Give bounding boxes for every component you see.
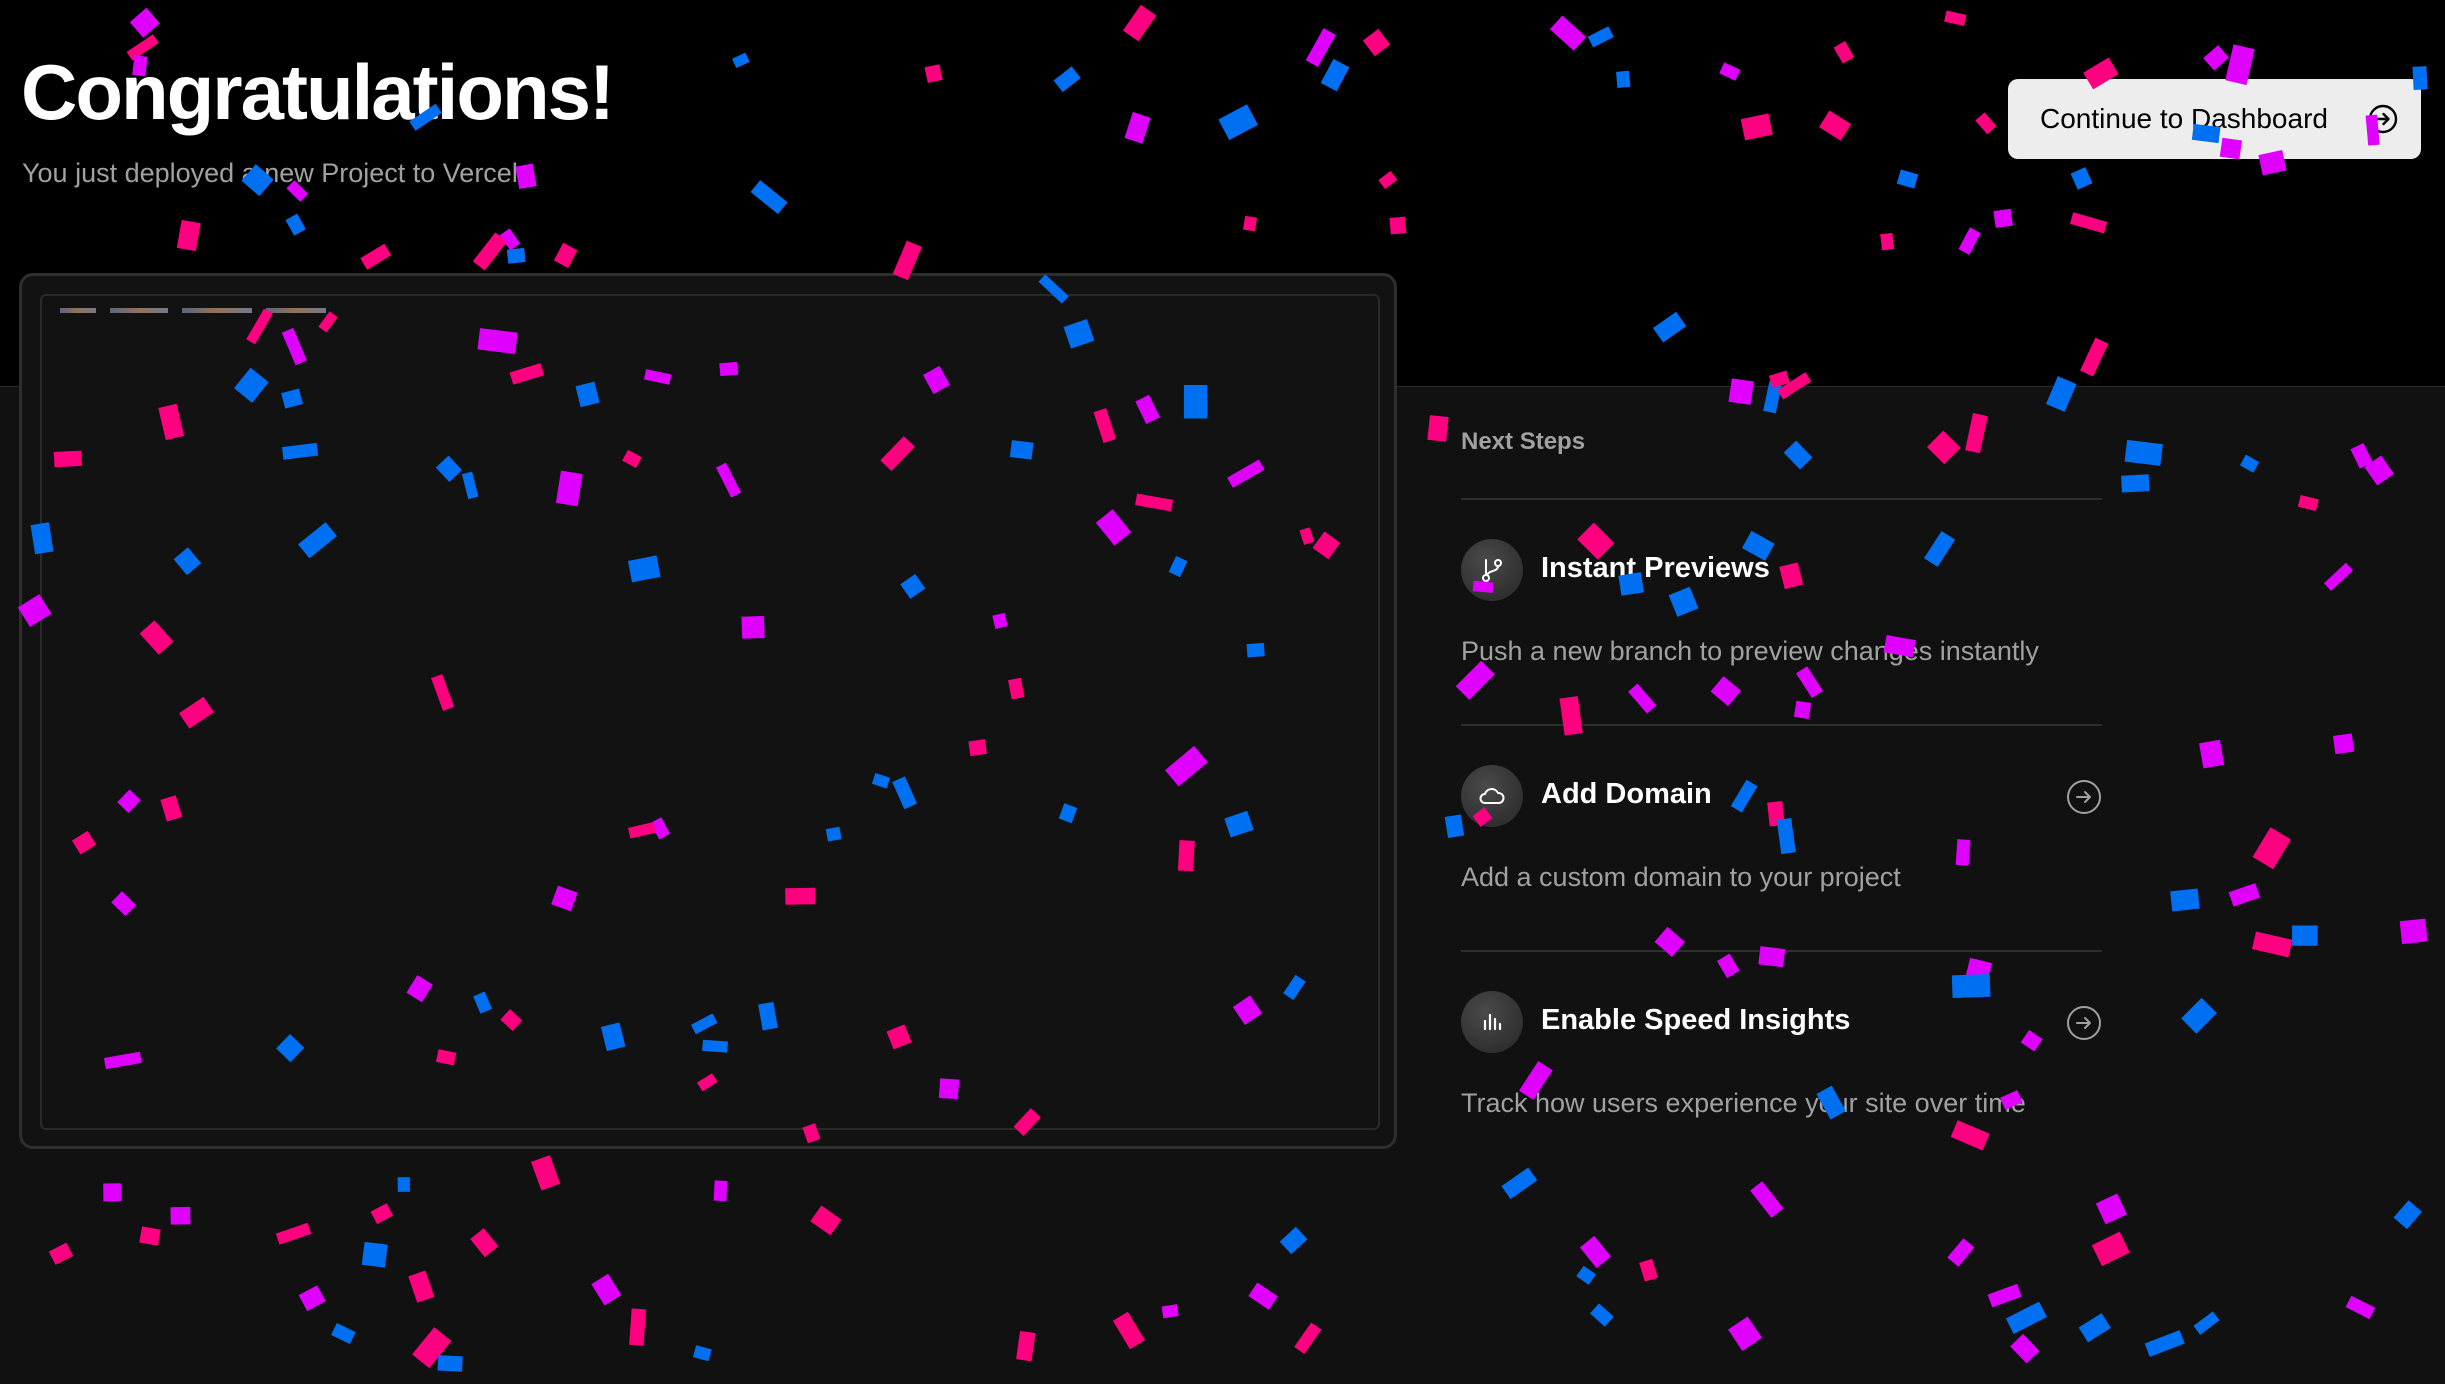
- step-description: Add a custom domain to your project: [1461, 862, 1901, 892]
- deployment-preview-frame[interactable]: [19, 273, 1397, 1149]
- arrow-right-circle-icon: [2368, 104, 2398, 134]
- step-title: Add Domain: [1541, 778, 1712, 810]
- step-description: Track how users experience your site ove…: [1461, 1088, 2026, 1118]
- arrow-right-circle-icon[interactable]: [2066, 1005, 2102, 1041]
- deployment-preview-screenshot[interactable]: [40, 294, 1380, 1130]
- bar-chart-icon: [1461, 991, 1523, 1053]
- deployment-success-page: Congratulations! You just deployed a new…: [0, 0, 2445, 1384]
- step-title: Enable Speed Insights: [1541, 1004, 1851, 1036]
- step-title: Instant Previews: [1541, 552, 1770, 584]
- continue-to-dashboard-button[interactable]: Continue to Dashboard: [2008, 79, 2421, 159]
- step-description: Push a new branch to preview changes ins…: [1461, 636, 2039, 666]
- git-branch-icon: [1461, 539, 1523, 601]
- step-instant-previews[interactable]: Instant Previews Push a new branch to pr…: [1461, 500, 2102, 726]
- continue-button-label: Continue to Dashboard: [2040, 103, 2328, 134]
- arrow-right-circle-icon[interactable]: [2066, 779, 2102, 815]
- preview-nav-strip: [60, 308, 326, 314]
- page-subtitle: You just deployed a new Project to Verce…: [22, 158, 526, 188]
- next-steps-panel: Next Steps Instant Previews Push a new b…: [1461, 420, 2102, 1176]
- step-enable-speed-insights[interactable]: Enable Speed Insights Track how users ex…: [1461, 952, 2102, 1176]
- step-add-domain[interactable]: Add Domain Add a custom domain to your p…: [1461, 726, 2102, 952]
- page-title: Congratulations!: [21, 48, 615, 136]
- next-steps-heading: Next Steps: [1461, 420, 2102, 500]
- cloud-icon: [1461, 765, 1523, 827]
